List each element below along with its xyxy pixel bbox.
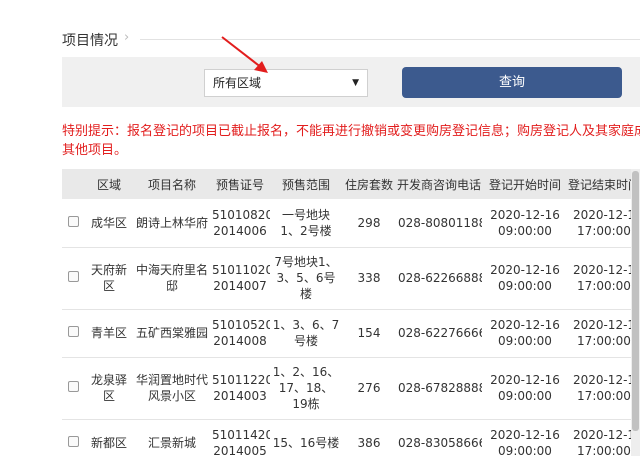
cell-scope: 1、2、16、17、18、19栋: [270, 357, 342, 420]
cell-name: 中海天府里名邸: [134, 247, 210, 310]
cell-scope: 7号地块1、3、5、6号楼: [270, 247, 342, 310]
header-select: [62, 169, 84, 199]
cell-scope: 15、16号楼: [270, 419, 342, 456]
table-row: 成华区 朗诗上林华府 51010820 2014006 一号地块 1、2号楼 2…: [62, 199, 640, 248]
notice: 特别提示：报名登记的项目已截止报名，不能再进行撤销或变更购房登记信息；购房登记人…: [62, 122, 640, 160]
cell-name: 汇景新城: [134, 419, 210, 456]
cell-name: 朗诗上林华府: [134, 199, 210, 248]
filter-bar: 所有区域 ▼ 查询: [62, 57, 640, 107]
cell-cert: 51011020 2014007: [210, 247, 270, 310]
cell-units: 298: [342, 199, 396, 248]
scrollbar-thumb[interactable]: [632, 171, 639, 431]
header-start: 登记开始时间: [482, 169, 568, 199]
notice-line-1: 特别提示：报名登记的项目已截止报名，不能再进行撤销或变更购房登记信息；购房登记人…: [62, 124, 640, 139]
region-select-value: 所有区域: [213, 76, 262, 90]
table-row: 青羊区 五矿西棠雅园 51010520 2014008 1、3、6、7号楼 15…: [62, 309, 640, 358]
cell-end: 2020-12-1 17:00:00: [568, 247, 640, 310]
header-cert: 预售证号: [210, 169, 270, 199]
vertical-scrollbar[interactable]: [631, 169, 640, 456]
cell-units: 154: [342, 309, 396, 358]
cell-name: 五矿西棠雅园: [134, 309, 210, 358]
cell-cert: 51011420 2014005: [210, 419, 270, 456]
cell-end: 2020-12-1 17:00:00: [568, 357, 640, 420]
row-checkbox[interactable]: [67, 436, 79, 447]
cell-phone: 028-62266888: [396, 247, 482, 310]
cell-cert: 51011220 2014003: [210, 357, 270, 420]
query-button[interactable]: 查询: [402, 67, 622, 98]
cell-region: 青羊区: [84, 309, 134, 358]
cell-phone: 028-67828888: [396, 357, 482, 420]
cell-end: 2020-12-1 17:00:00: [568, 419, 640, 456]
cell-start: 2020-12-16 09:00:00: [482, 199, 568, 248]
cell-units: 338: [342, 247, 396, 310]
cell-region: 天府新区: [84, 247, 134, 310]
cell-region: 成华区: [84, 199, 134, 248]
cell-phone: 028-62276666: [396, 309, 482, 358]
row-checkbox[interactable]: [67, 381, 79, 392]
chevron-right-icon: ›: [124, 30, 130, 45]
cell-scope: 1、3、6、7号楼: [270, 309, 342, 358]
caret-down-icon: ▼: [352, 78, 359, 88]
cell-cert: 51010820 2014006: [210, 199, 270, 248]
table-header-row: 区域 项目名称 预售证号 预售范围 住房套数 开发商咨询电话 登记开始时间 登记…: [62, 169, 640, 199]
table-row: 天府新区 中海天府里名邸 51011020 2014007 7号地块1、3、5、…: [62, 247, 640, 310]
row-checkbox[interactable]: [67, 215, 79, 227]
cell-units: 276: [342, 357, 396, 420]
cell-start: 2020-12-16 09:00:00: [482, 419, 568, 456]
cell-scope: 一号地块 1、2号楼: [270, 199, 342, 248]
cell-end: 2020-12-1 17:00:00: [568, 309, 640, 358]
row-checkbox[interactable]: [67, 271, 79, 282]
cell-units: 386: [342, 419, 396, 456]
header-end: 登记结束时间: [568, 169, 640, 199]
cell-phone: 028-80801188: [396, 199, 482, 248]
header-units: 住房套数: [342, 169, 396, 199]
cell-start: 2020-12-16 09:00:00: [482, 357, 568, 420]
table-row: 龙泉驿区 华润置地时代风景小区 51011220 2014003 1、2、16、…: [62, 357, 640, 420]
title-divider: [140, 39, 640, 40]
cell-name: 华润置地时代风景小区: [134, 357, 210, 420]
cell-end: 2020-12-1 17:00:00: [568, 199, 640, 248]
header-scope: 预售范围: [270, 169, 342, 199]
region-select[interactable]: 所有区域 ▼: [204, 69, 368, 97]
table-row: 新都区 汇景新城 51011420 2014005 15、16号楼 386 02…: [62, 419, 640, 456]
cell-phone: 028-83058666: [396, 419, 482, 456]
row-checkbox[interactable]: [67, 326, 79, 337]
project-table: 区域 项目名称 预售证号 预售范围 住房套数 开发商咨询电话 登记开始时间 登记…: [62, 169, 640, 456]
cell-cert: 51010520 2014008: [210, 309, 270, 358]
cell-region: 新都区: [84, 419, 134, 456]
header-phone: 开发商咨询电话: [396, 169, 482, 199]
header-region: 区域: [84, 169, 134, 199]
header-name: 项目名称: [134, 169, 210, 199]
section-title: 项目情况: [62, 33, 118, 49]
cell-region: 龙泉驿区: [84, 357, 134, 420]
notice-line-2: 其他项目。: [62, 143, 128, 158]
cell-start: 2020-12-16 09:00:00: [482, 309, 568, 358]
cell-start: 2020-12-16 09:00:00: [482, 247, 568, 310]
